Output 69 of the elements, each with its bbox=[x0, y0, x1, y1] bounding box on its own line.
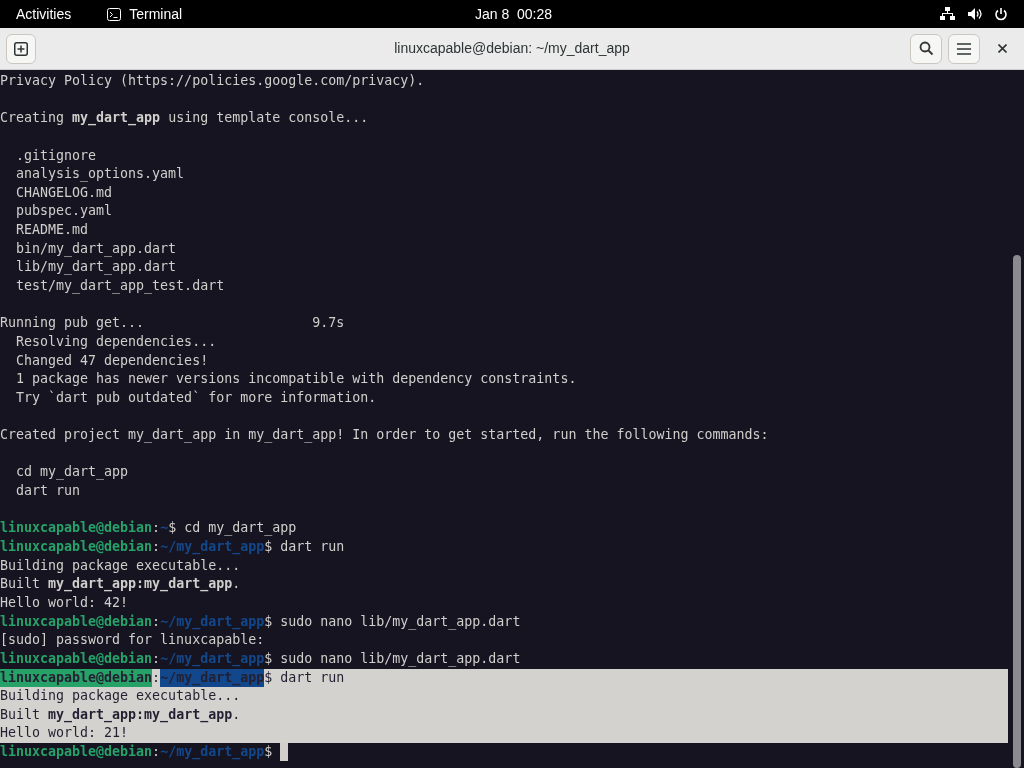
terminal-output-line: Resolving dependencies... bbox=[15, 333, 217, 349]
prompt-path: ~/my_dart_app bbox=[160, 612, 265, 632]
terminal-output-line: Building package executable... bbox=[0, 557, 241, 573]
prompt-symbol: $ bbox=[264, 668, 273, 685]
prompt-separator: : bbox=[152, 743, 161, 762]
command-text: dart run bbox=[280, 538, 345, 556]
prompt-symbol: $ bbox=[168, 519, 177, 538]
terminal-output-line: [sudo] password for linuxcapable: bbox=[0, 632, 265, 648]
terminal-output-line: Creating my_dart_app using template console... bbox=[0, 110, 369, 126]
scrollbar-thumb[interactable] bbox=[1013, 255, 1021, 768]
prompt-separator: : bbox=[152, 612, 161, 629]
prompt-path: ~/my_dart_app bbox=[160, 743, 265, 762]
terminal-output-line: .gitignore bbox=[15, 147, 97, 163]
terminal-output-line: Building package executable... bbox=[0, 688, 241, 704]
terminal-output-line: test/my_dart_app_test.dart bbox=[15, 278, 225, 294]
terminal-output-line: analysis_options.yaml bbox=[15, 166, 185, 182]
prompt-separator: : bbox=[152, 538, 161, 554]
terminal-output-line: README.md bbox=[15, 222, 89, 238]
menu-icon bbox=[957, 42, 971, 55]
prompt-user: linuxcapable@debian bbox=[0, 612, 153, 631]
prompt-separator: : bbox=[152, 649, 161, 666]
prompt-user: linuxcapable@debian bbox=[0, 538, 153, 556]
terminal-output-line: CHANGELOG.md bbox=[15, 184, 113, 200]
window-title: linuxcapable@debian: ~/my_dart_app bbox=[394, 39, 630, 58]
prompt-path: ~/my_dart_app bbox=[160, 649, 265, 669]
volume-icon[interactable] bbox=[967, 7, 982, 21]
search-icon bbox=[918, 41, 934, 56]
command-text: cd my_dart_app bbox=[184, 519, 297, 538]
command-text: sudo nano lib/my_dart_app.dart bbox=[280, 612, 521, 632]
terminal-icon bbox=[107, 7, 122, 21]
clock[interactable]: Jan 8 00:28 bbox=[475, 3, 553, 25]
prompt-symbol: $ bbox=[264, 538, 273, 554]
terminal-output-line: Created project my_dart_app in my_dart_app! In order to get started, run the following commands: bbox=[0, 427, 769, 443]
app-menu[interactable]: Terminal bbox=[129, 3, 183, 25]
prompt-symbol: $ bbox=[264, 649, 273, 666]
search-button[interactable] bbox=[910, 33, 942, 64]
prompt-path: ~/my_dart_app bbox=[160, 668, 265, 688]
close-icon bbox=[997, 44, 1007, 53]
terminal-output-line: Privacy Policy (https://policies.google.com/privacy). bbox=[0, 73, 425, 88]
terminal-output-line: Built my_dart_app:my_dart_app. bbox=[0, 576, 241, 592]
terminal-output-line: Try `dart pub outdated` for more information. bbox=[15, 389, 377, 405]
terminal-output-line: bin/my_dart_app.dart bbox=[15, 240, 177, 256]
new-tab-button[interactable] bbox=[6, 33, 36, 64]
terminal-output-line: Running pub get... 9.7s bbox=[0, 315, 345, 331]
terminal-output-line: dart run bbox=[15, 483, 81, 499]
prompt-symbol: $ bbox=[264, 743, 273, 762]
terminal-output-line: lib/my_dart_app.dart bbox=[15, 259, 177, 275]
prompt-separator: : bbox=[152, 519, 161, 538]
prompt-user: linuxcapable@debian bbox=[0, 649, 153, 668]
activities-button[interactable]: Activities bbox=[16, 3, 72, 25]
plus-icon bbox=[14, 41, 28, 56]
network-icon[interactable] bbox=[940, 7, 955, 21]
prompt-user: linuxcapable@debian bbox=[0, 519, 153, 538]
terminal-output-line: pubspec.yaml bbox=[15, 203, 113, 219]
terminal-output-line: Hello world: 21! bbox=[0, 725, 129, 741]
command-text: sudo nano lib/my_dart_app.dart bbox=[280, 649, 521, 669]
prompt-user: linuxcapable@debian bbox=[0, 668, 153, 688]
terminal-output-line: Changed 47 dependencies! bbox=[15, 352, 209, 368]
terminal-output-line: Hello world: 42! bbox=[0, 594, 129, 610]
prompt-user: linuxcapable@debian bbox=[0, 743, 153, 762]
terminal-output-line: Built my_dart_app:my_dart_app. bbox=[0, 706, 241, 722]
prompt-symbol: $ bbox=[264, 612, 273, 629]
power-icon[interactable] bbox=[994, 7, 1008, 21]
prompt-path: ~ bbox=[160, 519, 169, 538]
prompt-path: ~/my_dart_app bbox=[160, 538, 265, 557]
command-text: dart run bbox=[280, 668, 345, 687]
menu-button[interactable] bbox=[948, 33, 980, 64]
terminal-output-line: 1 package has newer versions incompatible with dependency constraints. bbox=[15, 371, 577, 387]
terminal-output-line: cd my_dart_app bbox=[15, 464, 129, 480]
